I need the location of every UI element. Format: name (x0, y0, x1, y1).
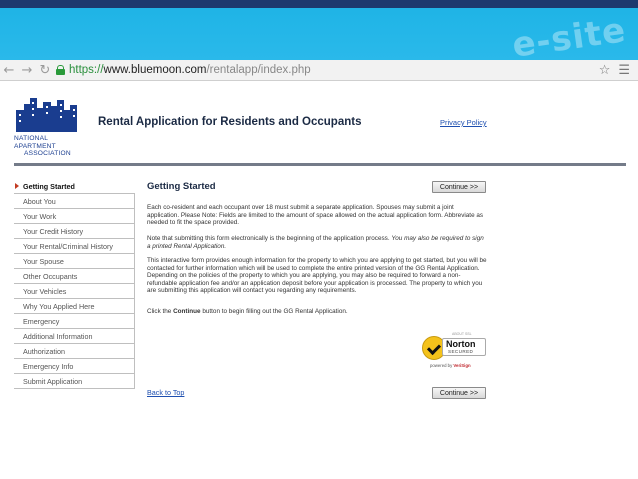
sidebar-item-emergency-info[interactable]: Emergency Info (14, 359, 135, 374)
back-arrow-icon[interactable]: ← (0, 61, 18, 79)
sidebar-item-label: About You (23, 196, 56, 206)
browser-actions: ☆ ☰ (599, 60, 630, 80)
address-bar[interactable]: https://www.bluemoon.com/rentalapp/index… (56, 62, 311, 78)
page-title: Rental Application for Residents and Occ… (98, 116, 362, 128)
sidebar-item-emergency[interactable]: Emergency (14, 314, 135, 329)
sidebar-item-label: Getting Started (23, 181, 75, 191)
sidebar-item-label: Your Work (23, 211, 57, 221)
logo-line-1: NATIONAL APARTMENT (14, 135, 56, 150)
verisign-label: VeriSign (453, 363, 471, 368)
sidebar-item-about-you[interactable]: About You (14, 194, 135, 209)
url-scheme: https:// (69, 64, 104, 76)
forward-arrow-icon[interactable]: → (18, 61, 36, 79)
star-icon[interactable]: ☆ (599, 63, 611, 78)
sidebar-item-submit-application[interactable]: Submit Application (14, 374, 135, 389)
note-paragraph: Note that submitting this form electroni… (147, 235, 487, 250)
instruction-text-1: Click the (147, 308, 174, 315)
sidebar-item-label: Your Spouse (23, 256, 64, 266)
sidebar-item-authorization[interactable]: Authorization (14, 344, 135, 359)
privacy-policy-link[interactable]: Privacy Policy (440, 118, 487, 127)
sidebar-item-rental-criminal-history[interactable]: Your Rental/Criminal History (14, 239, 135, 254)
instruction-continue-word: Continue (173, 308, 201, 315)
continue-button-top[interactable]: Continue >> (432, 181, 486, 193)
url-domain: www.bluemoon.com (103, 64, 207, 76)
logo-line-2: ASSOCIATION (24, 150, 71, 157)
sidebar-item-label: Why You Applied Here (23, 301, 95, 311)
sidebar-item-your-work[interactable]: Your Work (14, 209, 135, 224)
header-divider (14, 163, 626, 166)
sidebar-item-label: Other Occupants (23, 271, 78, 281)
reload-icon[interactable]: ↻ (36, 61, 54, 79)
sidebar-item-getting-started[interactable]: Getting Started (14, 179, 135, 194)
sidebar-item-other-occupants[interactable]: Other Occupants (14, 269, 135, 284)
sidebar-item-label: Your Vehicles (23, 286, 67, 296)
lock-icon (56, 65, 65, 75)
sidebar-item-label: Your Credit History (23, 226, 84, 236)
norton-secured-seal[interactable]: ABOUT SSL Norton SECURED powered by Veri… (422, 332, 488, 372)
instruction-text-2: button to begin filling out the GG Renta… (200, 308, 348, 315)
sidebar-item-label: Authorization (23, 346, 65, 356)
active-arrow-icon (15, 183, 19, 189)
sidebar-item-why-applied[interactable]: Why You Applied Here (14, 299, 135, 314)
sidebar-nav: Getting Started About You Your Work Your… (14, 179, 135, 389)
powered-by-text: powered by VeriSign (430, 363, 471, 368)
sidebar-item-additional-information[interactable]: Additional Information (14, 329, 135, 344)
menu-icon[interactable]: ☰ (618, 63, 630, 78)
site-mark: e-site (509, 10, 629, 66)
seal-top-text: ABOUT SSL (452, 332, 472, 336)
intro-paragraph: Each co-resident and each occupant over … (147, 204, 484, 227)
sidebar-item-credit-history[interactable]: Your Credit History (14, 224, 135, 239)
sidebar-item-label: Your Rental/Criminal History (23, 241, 114, 251)
note-text: Note that submitting this form electroni… (147, 235, 392, 242)
norton-secured-text: SECURED (448, 349, 474, 354)
sidebar-item-label: Submit Application (23, 376, 83, 386)
sidebar-item-your-vehicles[interactable]: Your Vehicles (14, 284, 135, 299)
section-heading: Getting Started (147, 181, 216, 192)
powered-by-label: powered by (430, 363, 454, 368)
info-paragraph: This interactive form provides enough in… (147, 257, 487, 295)
browser-toolbar: ← → ↻ https://www.bluemoon.com/rentalapp… (0, 60, 638, 81)
url-path: /rentalapp/index.php (206, 64, 311, 76)
sidebar-item-label: Additional Information (23, 331, 93, 341)
top-band (0, 0, 638, 8)
banner: e-site (0, 8, 638, 66)
naa-logo-text: NATIONAL APARTMENT ASSOCIATION (14, 135, 86, 158)
sidebar-item-label: Emergency Info (23, 361, 74, 371)
back-to-top-link[interactable]: Back to Top (147, 388, 184, 397)
sidebar-item-label: Emergency (23, 316, 60, 326)
instruction-paragraph: Click the Continue button to begin filli… (147, 308, 487, 316)
continue-button-bottom[interactable]: Continue >> (432, 387, 486, 399)
sidebar-item-your-spouse[interactable]: Your Spouse (14, 254, 135, 269)
norton-name: Norton (446, 339, 476, 349)
